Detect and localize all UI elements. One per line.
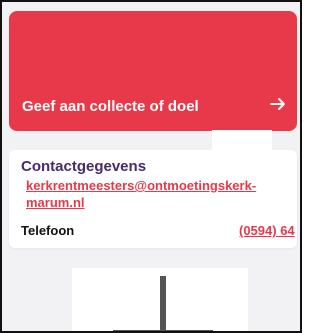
card-tab bbox=[212, 130, 272, 150]
email-link[interactable]: kerkrentmeesters@ontmoetingskerk-marum.n… bbox=[26, 177, 286, 211]
contact-title: Contactgegevens bbox=[21, 158, 147, 175]
contact-card: Contactgegevens kerkrentmeesters@ontmoet… bbox=[9, 150, 297, 248]
phone-label: Telefoon bbox=[21, 223, 75, 238]
donate-label: Geef aan collecte of doel bbox=[22, 98, 199, 115]
donate-button[interactable]: Geef aan collecte of doel bbox=[9, 11, 297, 131]
church-image bbox=[72, 268, 248, 331]
arrow-right-icon bbox=[270, 98, 285, 110]
app-screen: Geef aan collecte of doel Contactgegeven… bbox=[0, 0, 302, 333]
phone-link[interactable]: (0594) 64 bbox=[239, 223, 295, 238]
cross-icon bbox=[113, 276, 213, 331]
